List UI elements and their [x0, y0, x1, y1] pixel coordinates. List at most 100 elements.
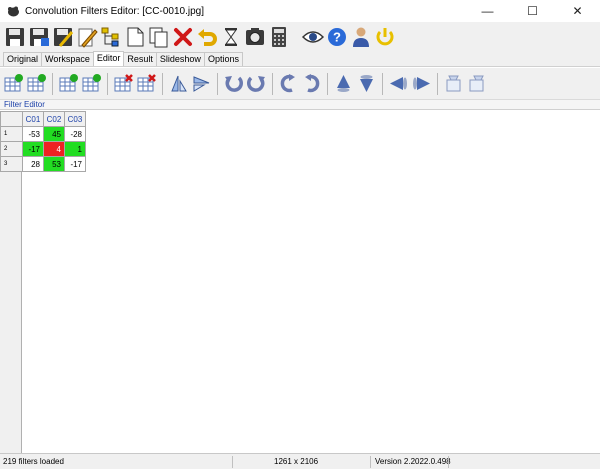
status-version: Version 2.2022.0.498	[375, 457, 451, 466]
tab-slideshow[interactable]: Slideshow	[155, 52, 205, 66]
minimize-icon: —	[481, 4, 494, 18]
help-button[interactable]: ?	[325, 24, 349, 50]
grid-cell[interactable]: -17	[22, 141, 44, 157]
grid-cell[interactable]: -28	[64, 126, 86, 142]
grid-cell[interactable]: -17	[64, 156, 86, 172]
delete-x-icon	[174, 28, 192, 46]
delete-row-icon	[137, 74, 156, 92]
move-left-icon	[390, 77, 407, 90]
insert-row-icon	[59, 74, 78, 92]
insert-column-button[interactable]	[2, 71, 25, 97]
column-header[interactable]: C01	[22, 111, 44, 127]
exit-button[interactable]	[373, 24, 397, 50]
rotate-cw-icon	[305, 74, 320, 93]
tab-options[interactable]: Options	[203, 52, 243, 66]
append-column-button[interactable]	[25, 71, 48, 97]
export-button[interactable]	[465, 71, 488, 97]
main-toolbar: ?	[0, 22, 600, 52]
row-header[interactable]: 1	[0, 126, 23, 142]
status-divider	[370, 456, 371, 468]
flip-vertical-button[interactable]	[167, 71, 190, 97]
tab-original[interactable]: Original	[3, 52, 43, 66]
move-up-icon	[337, 75, 350, 92]
grid-cell[interactable]: 1	[64, 141, 86, 157]
grid-cell[interactable]: -53	[22, 126, 44, 142]
move-right-button[interactable]	[410, 71, 433, 97]
help-icon: ?	[328, 28, 346, 46]
row-header[interactable]: 2	[0, 141, 23, 157]
move-left-button[interactable]	[387, 71, 410, 97]
tab-editor[interactable]: Editor	[92, 51, 125, 66]
toolbar-separator	[162, 72, 163, 95]
minimize-button[interactable]: —	[465, 0, 510, 22]
rotate-ccw-button[interactable]	[277, 71, 300, 97]
save-as-button[interactable]	[27, 24, 51, 50]
edit-button[interactable]	[75, 24, 99, 50]
import-icon	[446, 75, 461, 92]
table-row: 1 -53 45 -28	[0, 126, 86, 142]
append-column-icon	[27, 74, 46, 92]
grid-cell[interactable]: 45	[43, 126, 65, 142]
rotate-left-button[interactable]	[222, 71, 245, 97]
status-filters-loaded: 219 filters loaded	[3, 457, 64, 466]
copy-pages-icon	[149, 27, 168, 48]
power-icon	[376, 28, 394, 46]
status-dimensions: 1261 x 2106	[274, 457, 319, 466]
maximize-icon: ☐	[527, 4, 538, 18]
grid-cell[interactable]: 4	[43, 141, 65, 157]
tab-result[interactable]: Result	[123, 52, 157, 66]
move-up-button[interactable]	[332, 71, 355, 97]
editor-toolbar	[0, 68, 600, 100]
status-bar: 219 filters loaded 1261 x 2106 Version 2…	[0, 453, 600, 469]
hourglass-icon	[225, 28, 237, 46]
delete-row-button[interactable]	[135, 71, 158, 97]
filter-grid-area: C01 C02 C03 1 -53 45 -28 2 -17 4 1 3 28 …	[0, 111, 600, 453]
move-right-icon	[413, 77, 430, 90]
column-header[interactable]: C03	[64, 111, 86, 127]
delete-column-button[interactable]	[112, 71, 135, 97]
delete-column-icon	[114, 74, 133, 92]
rotate-ccw-icon	[280, 74, 295, 93]
hourglass-button[interactable]	[219, 24, 243, 50]
save-all-button[interactable]	[51, 24, 75, 50]
screenshot-button[interactable]	[243, 24, 267, 50]
grid-corner[interactable]	[0, 111, 23, 127]
screenshot-icon	[246, 28, 264, 45]
flip-horizontal-button[interactable]	[190, 71, 213, 97]
move-down-button[interactable]	[355, 71, 378, 97]
rotate-right-button[interactable]	[245, 71, 268, 97]
close-button[interactable]: ✕	[555, 0, 600, 22]
append-row-button[interactable]	[80, 71, 103, 97]
status-divider	[448, 456, 449, 468]
panel-title: Filter Editor	[0, 100, 600, 110]
column-header[interactable]: C02	[43, 111, 65, 127]
copy-pages-button[interactable]	[147, 24, 171, 50]
view-button[interactable]	[301, 24, 325, 50]
hierarchy-button[interactable]	[99, 24, 123, 50]
title-bar: Convolution Filters Editor: [CC-0010.jpg…	[0, 0, 600, 22]
delete-button[interactable]	[171, 24, 195, 50]
new-page-button[interactable]	[123, 24, 147, 50]
status-divider	[232, 456, 233, 468]
export-icon	[469, 75, 484, 92]
toolbar-separator	[217, 72, 218, 95]
insert-row-button[interactable]	[57, 71, 80, 97]
undo-button[interactable]	[195, 24, 219, 50]
calculator-icon	[272, 27, 286, 47]
calculator-button[interactable]	[267, 24, 291, 50]
user-button[interactable]	[349, 24, 373, 50]
save-all-icon	[54, 28, 74, 47]
tab-workspace[interactable]: Workspace	[41, 52, 94, 66]
app-icon[interactable]	[6, 5, 20, 17]
table-row: 3 28 53 -17	[0, 156, 86, 172]
rotate-cw-button[interactable]	[300, 71, 323, 97]
grid-cell[interactable]: 28	[22, 156, 44, 172]
toolbar-separator	[52, 72, 53, 95]
grid-cell[interactable]: 53	[43, 156, 65, 172]
import-button[interactable]	[442, 71, 465, 97]
table-row: 2 -17 4 1	[0, 141, 86, 157]
window-title: Convolution Filters Editor: [CC-0010.jpg…	[25, 5, 204, 17]
save-button[interactable]	[3, 24, 27, 50]
row-header[interactable]: 3	[0, 156, 23, 172]
maximize-button[interactable]: ☐	[510, 0, 555, 22]
